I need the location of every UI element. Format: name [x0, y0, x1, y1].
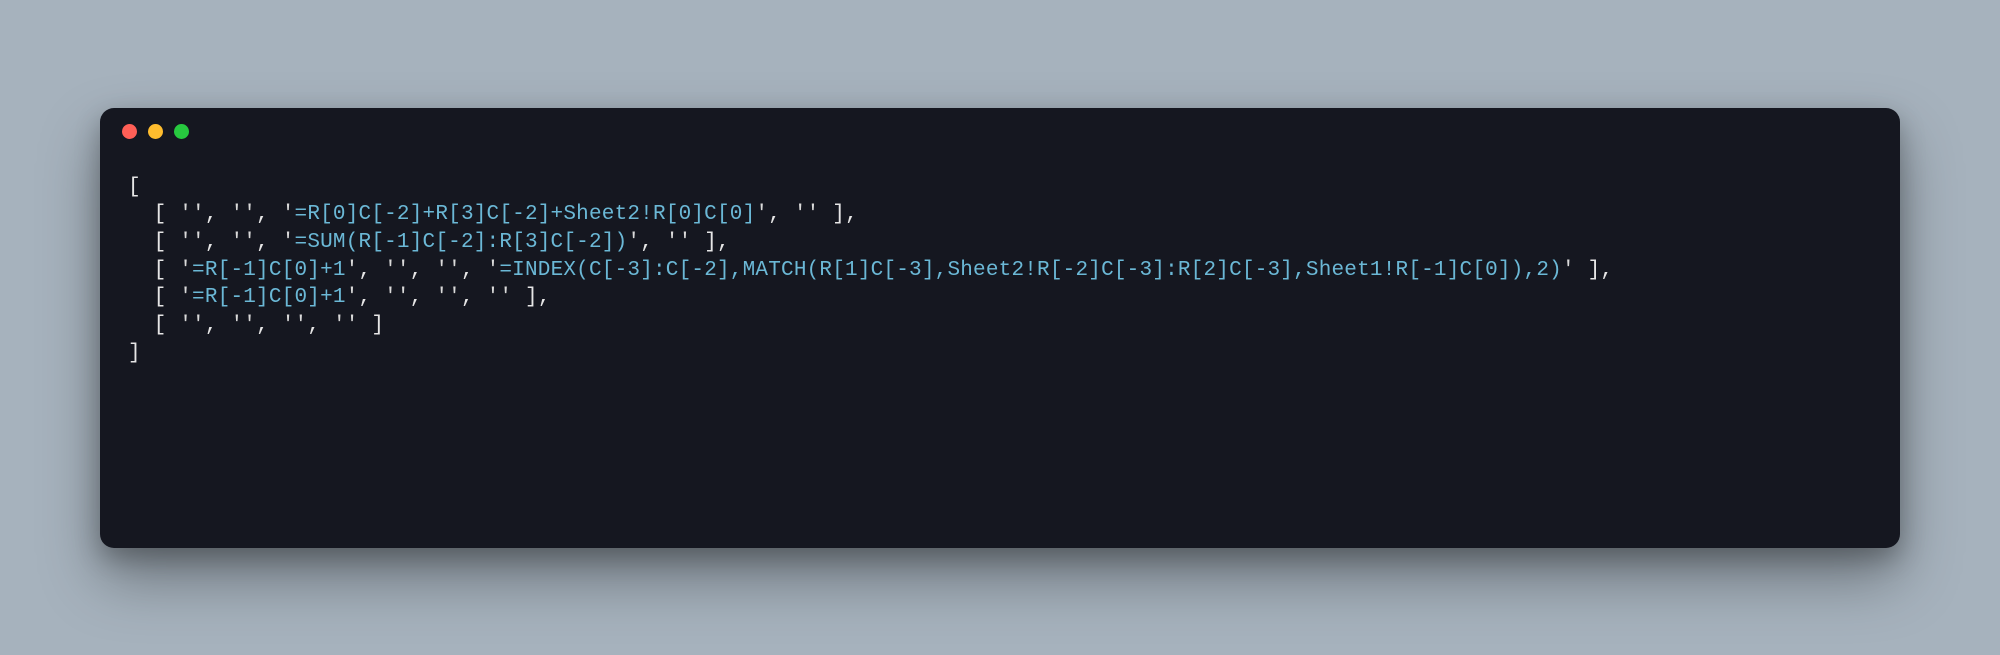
- code-line: [ '=R[-1]C[0]+1', '', '', '' ],: [128, 284, 1872, 312]
- close-icon[interactable]: [122, 124, 137, 139]
- code-block: [ [ '', '', '=R[0]C[-2]+R[3]C[-2]+Sheet2…: [100, 156, 1900, 396]
- code-line: [: [128, 174, 1872, 202]
- code-line: [ '', '', '=SUM(R[-1]C[-2]:R[3]C[-2])', …: [128, 229, 1872, 257]
- maximize-icon[interactable]: [174, 124, 189, 139]
- code-line: ]: [128, 340, 1872, 368]
- minimize-icon[interactable]: [148, 124, 163, 139]
- code-line: [ '', '', '=R[0]C[-2]+R[3]C[-2]+Sheet2!R…: [128, 201, 1872, 229]
- code-line: [ '', '', '', '' ]: [128, 312, 1872, 340]
- window-titlebar: [100, 108, 1900, 156]
- code-line: [ '=R[-1]C[0]+1', '', '', '=INDEX(C[-3]:…: [128, 257, 1872, 285]
- code-window: [ [ '', '', '=R[0]C[-2]+R[3]C[-2]+Sheet2…: [100, 108, 1900, 548]
